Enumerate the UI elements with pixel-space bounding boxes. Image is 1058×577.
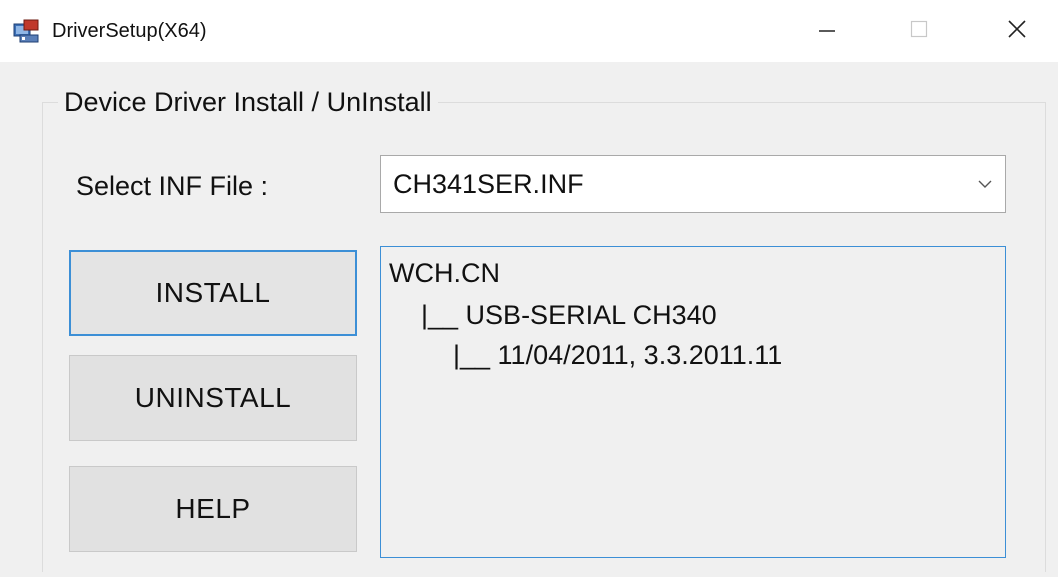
minimize-button[interactable] bbox=[802, 8, 852, 54]
driver-setup-window: DriverSetup(X64) Device Driver Install /… bbox=[0, 0, 1058, 577]
uninstall-button[interactable]: UNINSTALL bbox=[69, 355, 357, 441]
tree-line-vendor: WCH.CN bbox=[389, 258, 500, 288]
install-button[interactable]: INSTALL bbox=[69, 250, 357, 336]
minimize-icon bbox=[817, 19, 837, 44]
driver-info-box[interactable]: WCH.CN |__ USB-SERIAL CH340 |__ 11/04/20… bbox=[380, 246, 1006, 558]
chevron-down-icon[interactable] bbox=[975, 176, 995, 192]
inf-file-value: CH341SER.INF bbox=[393, 169, 584, 199]
window-title: DriverSetup(X64) bbox=[52, 20, 207, 42]
select-inf-label: Select INF File : bbox=[76, 171, 269, 201]
help-button[interactable]: HELP bbox=[69, 466, 357, 552]
title-bar[interactable]: DriverSetup(X64) bbox=[0, 0, 1058, 62]
driver-setup-icon bbox=[12, 18, 42, 44]
close-icon bbox=[1006, 18, 1028, 45]
tree-line-device: |__ USB-SERIAL CH340 bbox=[421, 300, 717, 330]
maximize-icon bbox=[909, 19, 929, 44]
close-button[interactable] bbox=[992, 8, 1042, 54]
groupbox-title: Device Driver Install / UnInstall bbox=[58, 84, 438, 120]
tree-line-version: |__ 11/04/2011, 3.3.2011.11 bbox=[453, 340, 783, 370]
inf-file-dropdown[interactable]: CH341SER.INF bbox=[380, 155, 1006, 213]
maximize-button[interactable] bbox=[894, 8, 944, 54]
